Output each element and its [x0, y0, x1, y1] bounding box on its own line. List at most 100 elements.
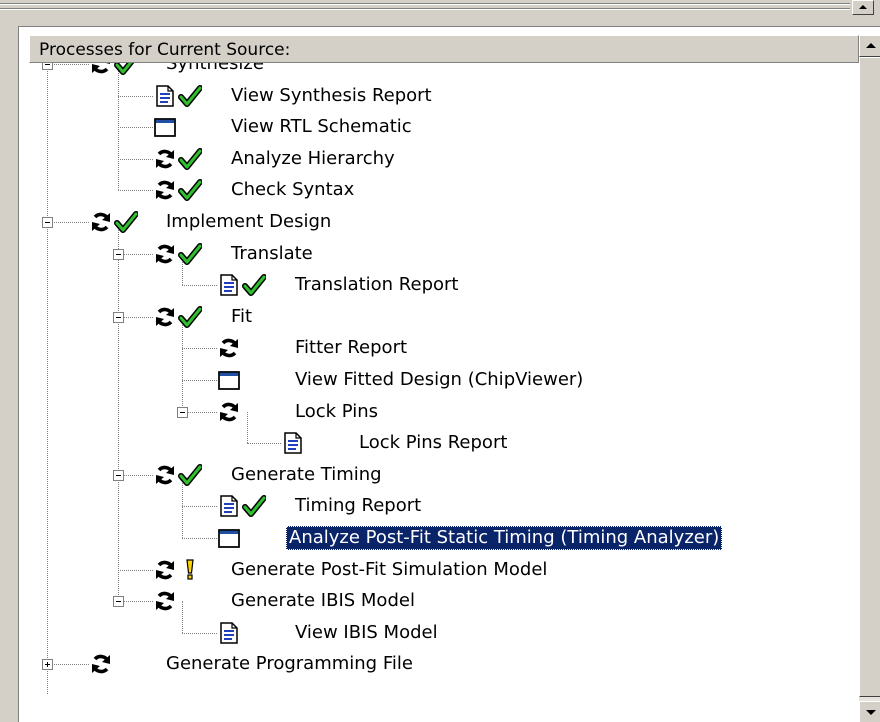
tree-connector [182, 380, 217, 381]
check-icon [178, 242, 203, 266]
refresh-icon [153, 178, 177, 202]
tree-item-label: Lock Pins Report [359, 432, 508, 454]
tree-item-label: View IBIS Model [295, 621, 438, 643]
refresh-icon [153, 242, 177, 266]
collapse-toggle[interactable] [177, 406, 188, 418]
tree-item-label: Implement Design [166, 211, 332, 232]
report-icon [217, 273, 241, 297]
tree-item-label: View Synthesis Report [231, 84, 432, 106]
tree-item[interactable]: Translate [153, 239, 873, 269]
tree-item[interactable]: Fitter Report [217, 333, 880, 363]
refresh-icon [153, 463, 177, 487]
tree-item-label: View Fitted Design (ChipViewer) [295, 369, 584, 390]
column-header[interactable]: Processes for Current Source: [29, 35, 859, 63]
collapse-toggle[interactable] [113, 596, 124, 608]
tree-connector [118, 127, 153, 129]
tree-item-label: Translate [231, 242, 313, 264]
refresh-icon [153, 147, 177, 171]
tree-connector [118, 222, 119, 602]
collapse-toggle[interactable] [113, 469, 124, 481]
tree-item[interactable]: Generate Timing [153, 460, 873, 490]
window-icon [217, 368, 241, 392]
vertical-scrollbar[interactable] [859, 35, 880, 722]
tree-connector [47, 64, 48, 695]
tree-item[interactable]: Lock Pins [217, 397, 880, 427]
tree-item[interactable]: Implement Design [89, 207, 809, 237]
top-splitter-bar [0, 0, 880, 18]
tree-item-label: Generate IBIS Model [231, 590, 415, 612]
tree-connector [182, 285, 217, 287]
refresh-icon [217, 400, 241, 424]
arrow-down-icon [866, 710, 876, 715]
tree-item[interactable]: Timing Report [217, 491, 880, 521]
tree-item[interactable]: Analyze Post-Fit Static Timing (Timing A… [217, 523, 880, 553]
tree-item[interactable]: Translation Report [217, 270, 880, 300]
scroll-down-button[interactable] [859, 701, 880, 722]
tree-item[interactable]: Generate Programming File [89, 649, 809, 679]
tree-item[interactable]: Fit [153, 302, 873, 332]
refresh-icon [153, 558, 177, 582]
tree-item-label: Translation Report [295, 274, 459, 296]
tree-connector [118, 569, 153, 571]
tree-item-label: Fitter Report [295, 337, 408, 359]
tree-item[interactable]: View Synthesis Report [153, 81, 873, 111]
report-icon [217, 494, 241, 518]
refresh-icon [153, 305, 177, 329]
report-icon [281, 431, 305, 455]
warning-icon [178, 558, 202, 582]
tree-item-label: Lock Pins [295, 400, 379, 422]
arrow-up-icon [859, 5, 867, 9]
tree-connector [182, 348, 217, 350]
tree-connector [182, 538, 217, 539]
tree-connector [118, 158, 153, 160]
report-icon [217, 621, 241, 645]
splitter-groove [0, 9, 850, 10]
tree-item-label: Analyze Hierarchy [231, 147, 395, 169]
tree-connector [118, 95, 153, 97]
tree-item[interactable]: View Fitted Design (ChipViewer) [217, 365, 880, 395]
report-icon [153, 84, 177, 108]
tree-connector [247, 443, 281, 445]
check-icon [114, 210, 139, 234]
expand-toggle[interactable] [42, 659, 53, 671]
tree-connector [47, 222, 89, 223]
tree-item-label: Fit [231, 305, 253, 327]
tree-connector [47, 664, 89, 666]
check-icon [178, 463, 203, 487]
tree-connector [182, 632, 217, 634]
window-icon [153, 115, 177, 139]
splitter-groove [0, 4, 850, 5]
check-icon [178, 84, 203, 108]
window-icon [217, 526, 241, 550]
check-icon [178, 305, 203, 329]
tree-item[interactable]: View IBIS Model [217, 618, 880, 648]
collapse-toggle[interactable] [42, 217, 53, 228]
scrollbar-thumb[interactable] [859, 57, 880, 697]
tree-item[interactable]: Check Syntax [153, 175, 873, 205]
scroll-up-button[interactable] [859, 35, 880, 57]
scroll-up-button[interactable] [852, 0, 874, 15]
collapse-toggle[interactable] [113, 311, 124, 323]
tree-connector [118, 190, 153, 192]
tree-item[interactable]: Generate IBIS Model [153, 586, 873, 616]
refresh-icon [153, 589, 177, 613]
check-icon [178, 147, 203, 171]
tree-item[interactable]: View RTL Schematic [153, 112, 873, 142]
check-icon [178, 178, 203, 202]
tree-item[interactable]: Generate Post-Fit Simulation Model [153, 555, 873, 585]
column-header-label: Processes for Current Source: [39, 40, 291, 60]
process-tree: Synthesize View Synthesis Report View RTL … [19, 27, 859, 722]
tree-item-label: Generate Programming File [166, 653, 413, 675]
processes-panel: Synthesize View Synthesis Report View RTL … [18, 26, 880, 722]
collapse-toggle[interactable] [113, 248, 124, 260]
tree-item-label: Check Syntax [231, 179, 355, 201]
refresh-icon [89, 652, 113, 676]
tree-item[interactable]: Analyze Hierarchy [153, 144, 873, 174]
tree-item-label: Generate Post-Fit Simulation Model [231, 558, 548, 580]
refresh-icon [217, 336, 241, 360]
refresh-icon [89, 210, 113, 234]
tree-item[interactable]: Lock Pins Report [281, 428, 880, 458]
check-icon [242, 494, 267, 518]
check-icon [242, 273, 267, 297]
tree-item-label: View RTL Schematic [231, 116, 412, 138]
